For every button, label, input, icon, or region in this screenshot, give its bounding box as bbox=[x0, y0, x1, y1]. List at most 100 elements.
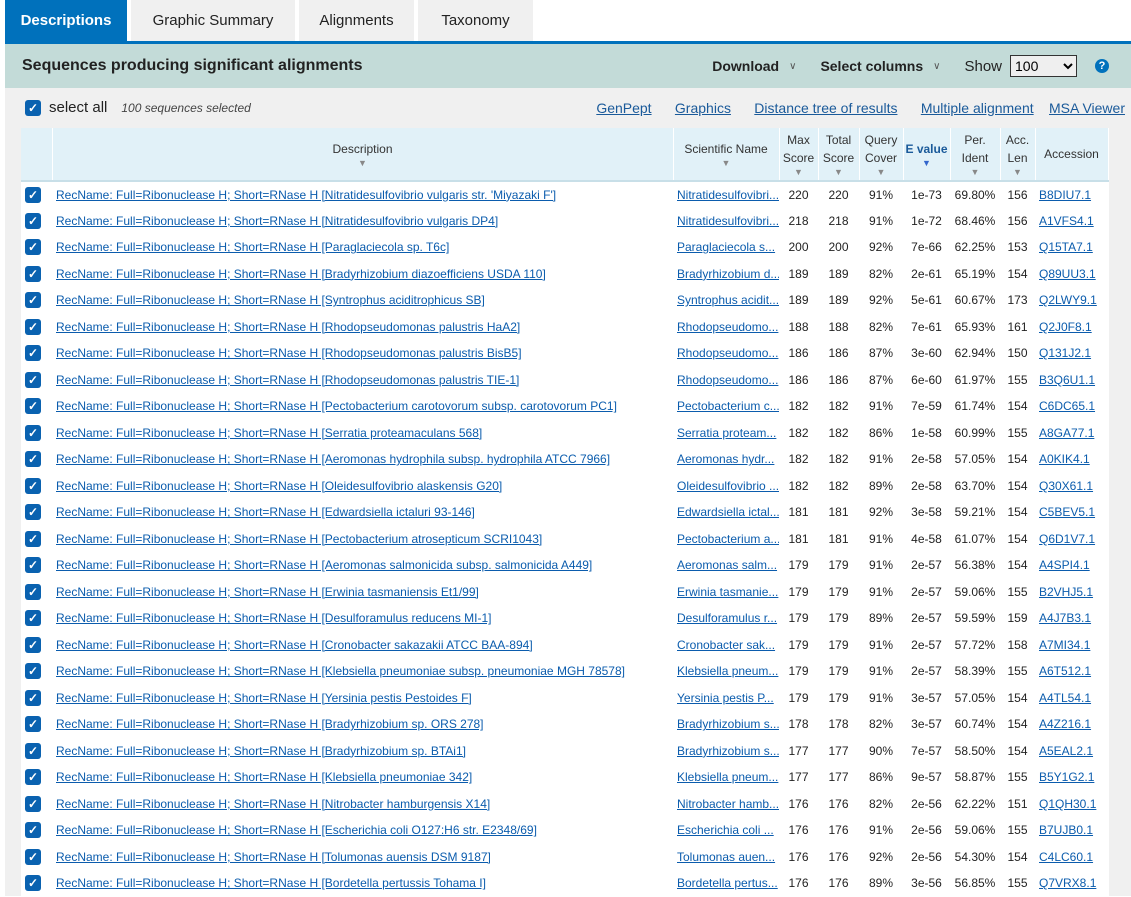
column-header-max-score[interactable]: Max Score ▼ bbox=[779, 128, 819, 182]
accession-link[interactable]: C6DC65.1 bbox=[1039, 399, 1095, 413]
scientific-name-link[interactable]: Pectobacterium a... bbox=[677, 532, 779, 546]
row-checkbox[interactable]: ✓ bbox=[25, 769, 41, 786]
scientific-name-link[interactable]: Nitratidesulfovibri... bbox=[677, 214, 779, 228]
scientific-name-link[interactable]: Nitratidesulfovibri... bbox=[677, 188, 779, 202]
accession-link[interactable]: A5EAL2.1 bbox=[1039, 744, 1093, 758]
accession-link[interactable]: A7MI34.1 bbox=[1039, 638, 1090, 652]
scientific-name-link[interactable]: Nitrobacter hamb... bbox=[677, 797, 779, 811]
tab-alignments[interactable]: Alignments bbox=[299, 0, 414, 41]
scientific-name-link[interactable]: Rhodopseudomo... bbox=[677, 346, 778, 360]
description-link[interactable]: RecName: Full=Ribonuclease H; Short=RNas… bbox=[56, 214, 498, 228]
row-checkbox[interactable]: ✓ bbox=[25, 636, 41, 653]
msa-viewer-link[interactable]: MSA Viewer bbox=[1049, 100, 1125, 116]
description-link[interactable]: RecName: Full=Ribonuclease H; Short=RNas… bbox=[56, 267, 546, 281]
row-checkbox[interactable]: ✓ bbox=[25, 689, 41, 706]
download-dropdown[interactable]: Download ∨ bbox=[712, 58, 796, 74]
accession-link[interactable]: A4Z216.1 bbox=[1039, 717, 1091, 731]
accession-link[interactable]: A8GA77.1 bbox=[1039, 426, 1094, 440]
column-header-scientific-name[interactable]: Scientific Name ▼ bbox=[673, 128, 780, 182]
accession-link[interactable]: B8DIU7.1 bbox=[1039, 188, 1091, 202]
scientific-name-link[interactable]: Edwardsiella ictal... bbox=[677, 505, 779, 519]
description-link[interactable]: RecName: Full=Ribonuclease H; Short=RNas… bbox=[56, 638, 533, 652]
scientific-name-link[interactable]: Aeromonas hydr... bbox=[677, 452, 774, 466]
scientific-name-link[interactable]: Bordetella pertus... bbox=[677, 876, 778, 890]
row-checkbox[interactable]: ✓ bbox=[25, 371, 41, 388]
column-header-query-cover[interactable]: Query Cover ▼ bbox=[859, 128, 904, 182]
row-checkbox[interactable]: ✓ bbox=[25, 663, 41, 680]
scientific-name-link[interactable]: Rhodopseudomo... bbox=[677, 373, 778, 387]
description-link[interactable]: RecName: Full=Ribonuclease H; Short=RNas… bbox=[56, 479, 502, 493]
accession-link[interactable]: A1VFS4.1 bbox=[1039, 214, 1094, 228]
distance-tree-link[interactable]: Distance tree of results bbox=[754, 100, 897, 116]
accession-link[interactable]: C4LC60.1 bbox=[1039, 850, 1093, 864]
scientific-name-link[interactable]: Syntrophus acidit... bbox=[677, 293, 779, 307]
column-header-description[interactable]: Description ▼ bbox=[52, 128, 674, 182]
scientific-name-link[interactable]: Tolumonas auen... bbox=[677, 850, 775, 864]
tab-taxonomy[interactable]: Taxonomy bbox=[418, 0, 533, 41]
scientific-name-link[interactable]: Yersinia pestis P... bbox=[677, 691, 774, 705]
description-link[interactable]: RecName: Full=Ribonuclease H; Short=RNas… bbox=[56, 664, 625, 678]
description-link[interactable]: RecName: Full=Ribonuclease H; Short=RNas… bbox=[56, 585, 479, 599]
row-checkbox[interactable]: ✓ bbox=[25, 610, 41, 627]
description-link[interactable]: RecName: Full=Ribonuclease H; Short=RNas… bbox=[56, 876, 486, 890]
scientific-name-link[interactable]: Serratia proteam... bbox=[677, 426, 776, 440]
description-link[interactable]: RecName: Full=Ribonuclease H; Short=RNas… bbox=[56, 373, 519, 387]
scientific-name-link[interactable]: Cronobacter sak... bbox=[677, 638, 775, 652]
accession-link[interactable]: Q89UU3.1 bbox=[1039, 267, 1096, 281]
row-checkbox[interactable]: ✓ bbox=[25, 848, 41, 865]
description-link[interactable]: RecName: Full=Ribonuclease H; Short=RNas… bbox=[56, 346, 522, 360]
description-link[interactable]: RecName: Full=Ribonuclease H; Short=RNas… bbox=[56, 744, 466, 758]
row-checkbox[interactable]: ✓ bbox=[25, 875, 41, 892]
description-link[interactable]: RecName: Full=Ribonuclease H; Short=RNas… bbox=[56, 532, 542, 546]
scientific-name-link[interactable]: Oleidesulfovibrio ... bbox=[677, 479, 779, 493]
description-link[interactable]: RecName: Full=Ribonuclease H; Short=RNas… bbox=[56, 611, 492, 625]
scientific-name-link[interactable]: Bradyrhizobium s... bbox=[677, 717, 779, 731]
description-link[interactable]: RecName: Full=Ribonuclease H; Short=RNas… bbox=[56, 320, 520, 334]
row-checkbox[interactable]: ✓ bbox=[25, 398, 41, 415]
row-checkbox[interactable]: ✓ bbox=[25, 716, 41, 733]
accession-link[interactable]: A0KIK4.1 bbox=[1039, 452, 1090, 466]
row-checkbox[interactable]: ✓ bbox=[25, 239, 41, 256]
accession-link[interactable]: Q131J2.1 bbox=[1039, 346, 1091, 360]
row-checkbox[interactable]: ✓ bbox=[25, 424, 41, 441]
row-checkbox[interactable]: ✓ bbox=[25, 530, 41, 547]
description-link[interactable]: RecName: Full=Ribonuclease H; Short=RNas… bbox=[56, 452, 610, 466]
scientific-name-link[interactable]: Klebsiella pneum... bbox=[677, 664, 778, 678]
row-checkbox[interactable]: ✓ bbox=[25, 265, 41, 282]
description-link[interactable]: RecName: Full=Ribonuclease H; Short=RNas… bbox=[56, 691, 472, 705]
scientific-name-link[interactable]: Erwinia tasmanie... bbox=[677, 585, 778, 599]
scientific-name-link[interactable]: Pectobacterium c... bbox=[677, 399, 779, 413]
accession-link[interactable]: Q30X61.1 bbox=[1039, 479, 1093, 493]
row-checkbox[interactable]: ✓ bbox=[25, 795, 41, 812]
row-checkbox[interactable]: ✓ bbox=[25, 345, 41, 362]
help-icon[interactable]: ? bbox=[1095, 59, 1109, 73]
scientific-name-link[interactable]: Bradyrhizobium s... bbox=[677, 744, 779, 758]
graphics-link[interactable]: Graphics bbox=[675, 100, 731, 116]
scientific-name-link[interactable]: Escherichia coli ... bbox=[677, 823, 774, 837]
accession-link[interactable]: C5BEV5.1 bbox=[1039, 505, 1095, 519]
accession-link[interactable]: Q2LWY9.1 bbox=[1039, 293, 1097, 307]
accession-link[interactable]: Q15TA7.1 bbox=[1039, 240, 1093, 254]
row-checkbox[interactable]: ✓ bbox=[25, 742, 41, 759]
scientific-name-link[interactable]: Bradyrhizobium d... bbox=[677, 267, 779, 281]
row-checkbox[interactable]: ✓ bbox=[25, 292, 41, 309]
column-header-acc-len[interactable]: Acc. Len ▼ bbox=[1000, 128, 1036, 182]
scientific-name-link[interactable]: Aeromonas salm... bbox=[677, 558, 777, 572]
description-link[interactable]: RecName: Full=Ribonuclease H; Short=RNas… bbox=[56, 558, 592, 572]
row-checkbox[interactable]: ✓ bbox=[25, 451, 41, 468]
row-checkbox[interactable]: ✓ bbox=[25, 318, 41, 335]
description-link[interactable]: RecName: Full=Ribonuclease H; Short=RNas… bbox=[56, 188, 556, 202]
select-all-checkbox[interactable]: ✓ bbox=[25, 99, 41, 116]
row-checkbox[interactable]: ✓ bbox=[25, 212, 41, 229]
row-checkbox[interactable]: ✓ bbox=[25, 583, 41, 600]
accession-link[interactable]: Q1QH30.1 bbox=[1039, 797, 1096, 811]
description-link[interactable]: RecName: Full=Ribonuclease H; Short=RNas… bbox=[56, 717, 484, 731]
accession-link[interactable]: A4TL54.1 bbox=[1039, 691, 1091, 705]
column-header-per-ident[interactable]: Per. Ident ▼ bbox=[950, 128, 1001, 182]
scientific-name-link[interactable]: Paraglaciecola s... bbox=[677, 240, 775, 254]
row-checkbox[interactable]: ✓ bbox=[25, 557, 41, 574]
accession-link[interactable]: A6T512.1 bbox=[1039, 664, 1091, 678]
column-header-accession[interactable]: Accession bbox=[1035, 128, 1109, 182]
scientific-name-link[interactable]: Rhodopseudomo... bbox=[677, 320, 778, 334]
row-checkbox[interactable]: ✓ bbox=[25, 504, 41, 521]
